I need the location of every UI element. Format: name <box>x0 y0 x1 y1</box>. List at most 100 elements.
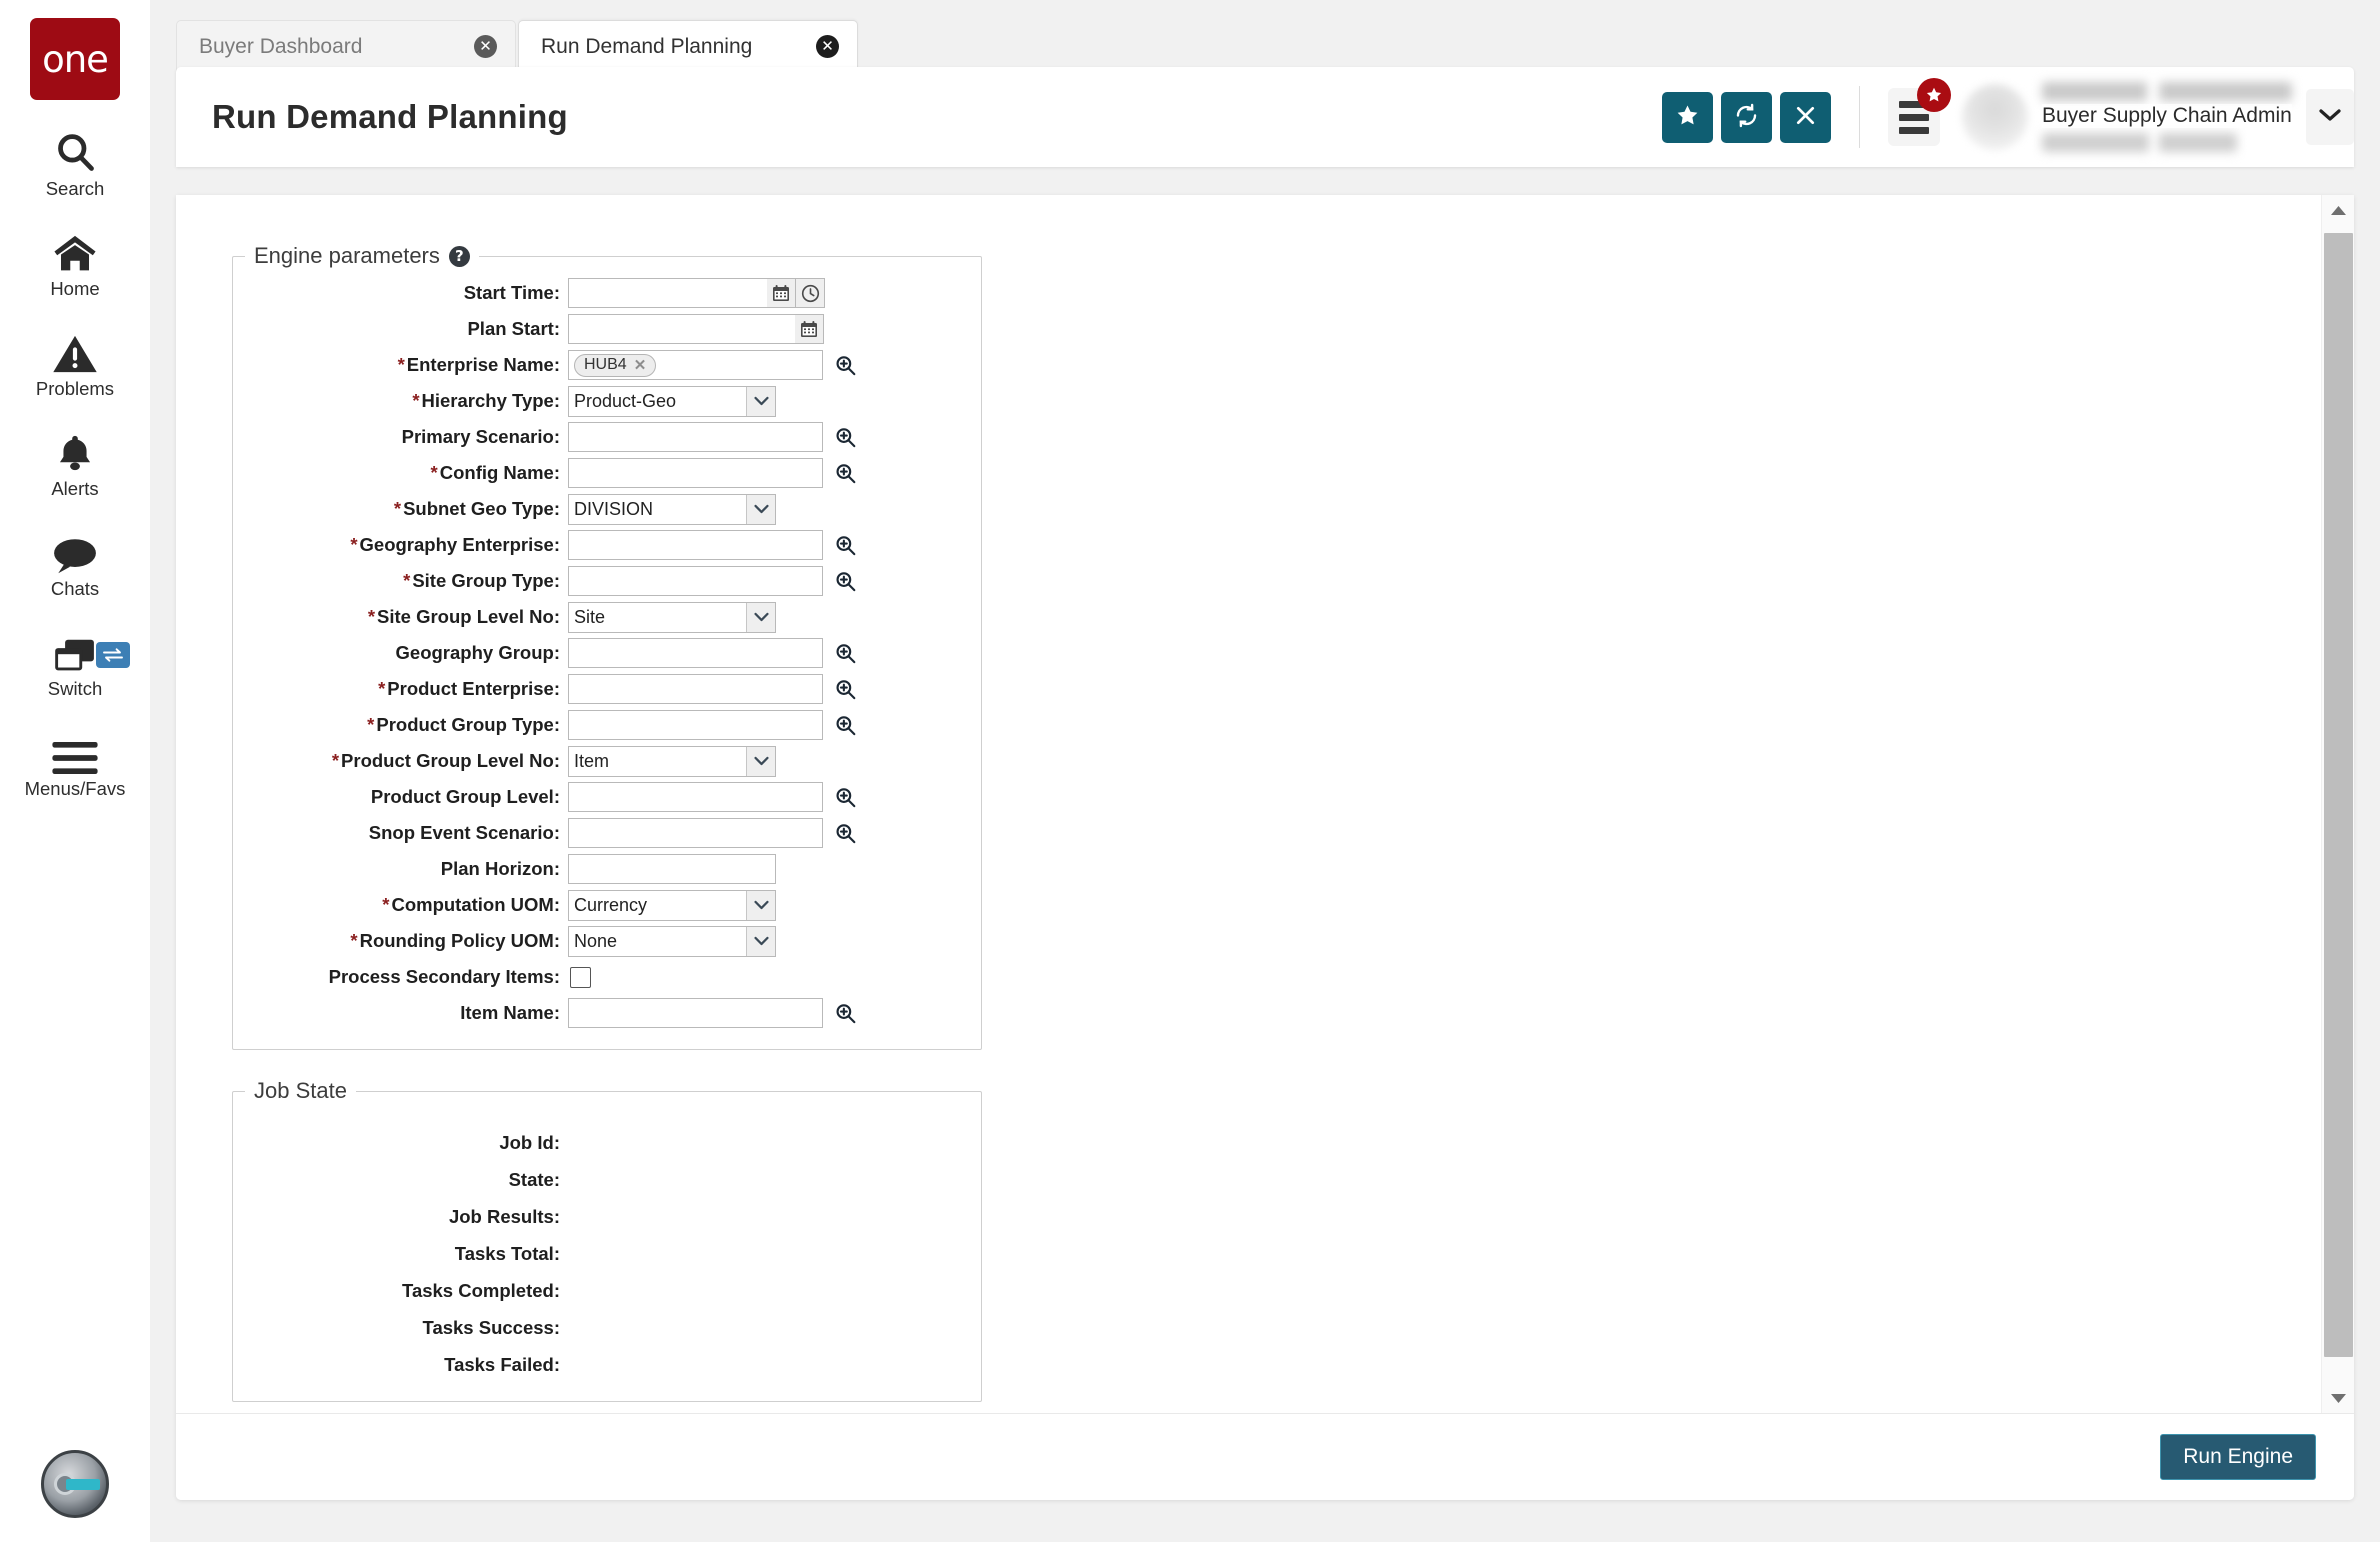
calendar-icon[interactable] <box>795 314 824 344</box>
label-text: Product Group Type <box>376 714 554 735</box>
zoom-in-icon[interactable] <box>834 714 857 737</box>
sidebar-item-problems[interactable]: Problems <box>0 328 150 400</box>
sidebar-item-switch[interactable]: Switch <box>0 628 150 700</box>
user-profile[interactable]: Buyer Supply Chain Admin <box>1962 78 2354 156</box>
sidebar-item-label: Switch <box>47 678 103 699</box>
clock-icon[interactable] <box>796 278 825 308</box>
hierarchy-type-selectwrap: Product-Geo <box>568 385 776 417</box>
item-name-input[interactable] <box>568 998 823 1028</box>
field-label: * Hierarchy Type: <box>412 390 560 411</box>
zoom-in-icon[interactable] <box>834 678 857 701</box>
zoom-in-icon[interactable] <box>834 462 857 485</box>
field-control <box>568 854 776 884</box>
field-control <box>568 458 857 488</box>
product-group-type-input[interactable] <box>568 710 823 740</box>
scrollbar-track[interactable] <box>2322 225 2355 1383</box>
scroll-down-button[interactable] <box>2322 1383 2355 1413</box>
zoom-in-icon[interactable] <box>834 1002 857 1025</box>
application-window: one Search Home Problems Alerts Chats Sw… <box>0 0 2380 1542</box>
field-row-snop-event-scenario: Snop Event Scenario: <box>233 815 981 851</box>
refresh-button[interactable] <box>1721 91 1772 143</box>
required-marker: * <box>412 390 420 411</box>
enterprise-name-input[interactable]: HUB4 ✕ <box>568 350 823 380</box>
field-row-process-secondary-items: Process Secondary Items: <box>233 959 981 995</box>
close-button[interactable] <box>1780 91 1831 143</box>
help-circle-icon[interactable]: ? <box>448 245 470 267</box>
menu-list-button[interactable] <box>1888 78 1951 146</box>
sidebar-item-menus-favs[interactable]: Menus/Favs <box>0 728 150 800</box>
close-circle-icon[interactable]: ✕ <box>816 35 839 58</box>
swap-arrows-icon[interactable] <box>96 642 130 668</box>
subnet-geo-type-selectwrap: DIVISION <box>568 493 776 525</box>
sidebar-item-alerts[interactable]: Alerts <box>0 428 150 500</box>
sidebar-item-home[interactable]: Home <box>0 228 150 300</box>
zoom-in-icon[interactable] <box>834 570 857 593</box>
plan-horizon-input[interactable] <box>568 854 776 884</box>
zoom-in-icon[interactable] <box>834 354 857 377</box>
sidebar-item-search[interactable]: Search <box>0 128 150 200</box>
scroll-up-button[interactable] <box>2322 195 2355 225</box>
one-network-logo: one <box>30 18 120 100</box>
snop-event-scenario-input[interactable] <box>568 818 823 848</box>
sidebar-item-chats[interactable]: Chats <box>0 528 150 600</box>
tab-buyer-dashboard[interactable]: Buyer Dashboard ✕ <box>176 20 516 72</box>
job-state-row-tasks-failed: Tasks Failed: <box>233 1346 981 1383</box>
favorite-button[interactable] <box>1662 91 1713 143</box>
ai-assistant-launcher[interactable] <box>0 1450 150 1518</box>
site-group-level-no-selectwrap: Site <box>568 601 776 633</box>
warning-triangle-icon <box>52 328 98 374</box>
field-label: * Site Group Level No: <box>367 606 560 627</box>
process-secondary-items-checkbox[interactable] <box>570 966 591 988</box>
user-menu-toggle[interactable] <box>2306 89 2354 145</box>
field-control <box>568 638 857 668</box>
user-name-redacted <box>2042 82 2292 101</box>
legend-text: Job State <box>254 1078 347 1103</box>
chip-remove-icon[interactable]: ✕ <box>634 356 647 374</box>
tab-run-demand-planning[interactable]: Run Demand Planning ✕ <box>518 20 858 72</box>
label-text: Subnet Geo Type <box>403 498 554 519</box>
zoom-in-icon[interactable] <box>834 786 857 809</box>
zoom-in-icon[interactable] <box>834 642 857 665</box>
hierarchy-type-select[interactable]: Product-Geo <box>568 385 776 417</box>
required-marker: * <box>367 606 376 627</box>
required-marker: * <box>350 930 358 951</box>
job-state-panel: Job State Job Id: State: Job Results: Ta… <box>232 1078 982 1402</box>
field-control: DIVISION <box>568 493 776 525</box>
geography-enterprise-input[interactable] <box>568 530 823 560</box>
start-time-input[interactable] <box>568 278 768 308</box>
zoom-in-icon[interactable] <box>834 426 857 449</box>
run-engine-button[interactable]: Run Engine <box>2160 1434 2316 1480</box>
site-group-level-no-select[interactable]: Site <box>568 601 776 633</box>
close-circle-icon[interactable]: ✕ <box>474 35 497 58</box>
scrollbar-thumb[interactable] <box>2323 233 2353 1357</box>
sidebar-item-label: Alerts <box>51 478 99 499</box>
chip-hub4[interactable]: HUB4 ✕ <box>574 353 657 377</box>
config-name-input[interactable] <box>568 458 823 488</box>
refresh-icon <box>1734 103 1759 131</box>
zoom-in-icon[interactable] <box>834 534 857 557</box>
vertical-scrollbar[interactable] <box>2321 195 2354 1413</box>
calendar-icon[interactable] <box>767 278 796 308</box>
chip-label: HUB4 <box>584 356 627 373</box>
zoom-in-icon[interactable] <box>834 822 857 845</box>
geography-group-input[interactable] <box>568 638 823 668</box>
label-text: Tasks Completed <box>402 1279 554 1301</box>
computation-uom-select[interactable]: Currency <box>568 889 776 921</box>
sidebar-item-label: Search <box>45 178 105 199</box>
product-enterprise-input[interactable] <box>568 674 823 704</box>
site-group-type-input[interactable] <box>568 566 823 596</box>
field-control: Item <box>568 745 776 777</box>
scroll-area: Engine parameters ? Start Time: Plan Sta… <box>176 195 2354 1414</box>
product-group-level-input[interactable] <box>568 782 823 812</box>
subnet-geo-type-select[interactable]: DIVISION <box>568 493 776 525</box>
field-row-hierarchy-type: * Hierarchy Type: Product-Geo <box>233 383 981 419</box>
rounding-policy-uom-select[interactable]: None <box>568 925 776 957</box>
user-identity: Buyer Supply Chain Admin <box>2042 78 2292 156</box>
product-group-level-no-select[interactable]: Item <box>568 745 776 777</box>
field-row-start-time: Start Time: <box>233 275 981 311</box>
field-control: Currency <box>568 889 776 921</box>
plan-start-input[interactable] <box>568 314 796 344</box>
field-control: Product-Geo <box>568 385 776 417</box>
field-row-product-group-level-no: * Product Group Level No: Item <box>233 743 981 779</box>
primary-scenario-input[interactable] <box>568 422 823 452</box>
